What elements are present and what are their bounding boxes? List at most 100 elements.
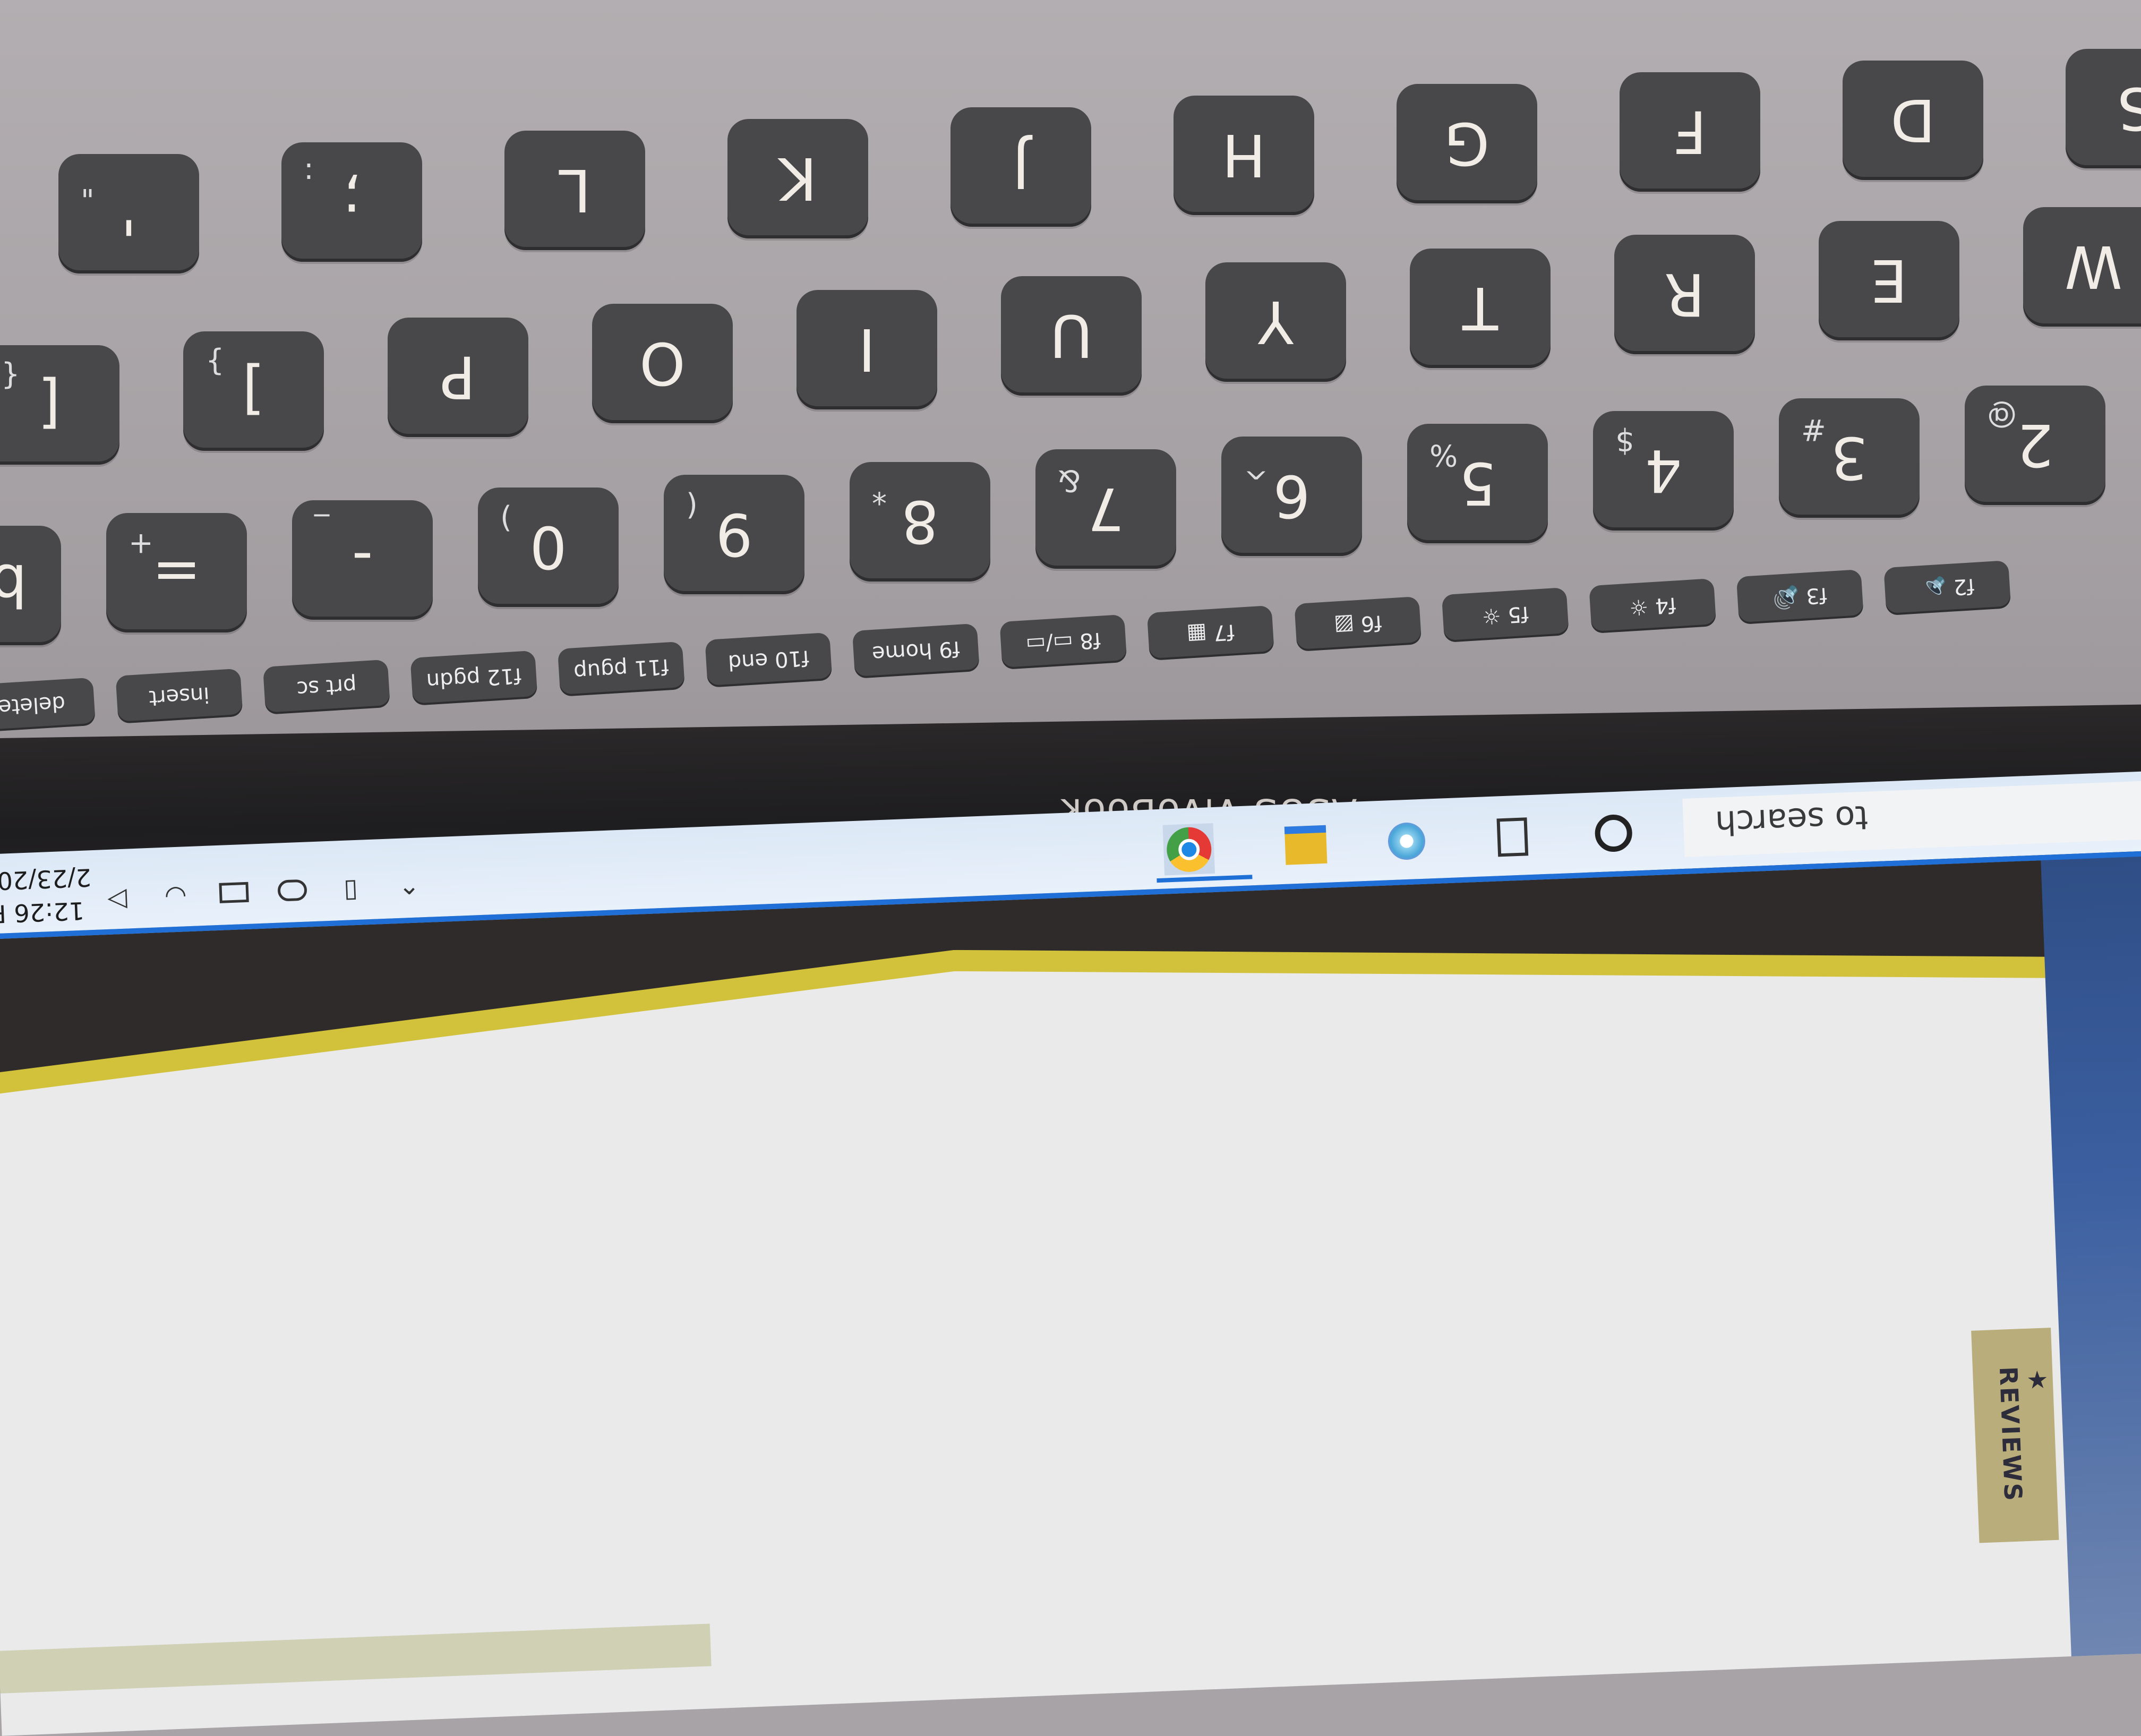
key-r-label: R [1664, 260, 1705, 329]
file-explorer-icon[interactable] [1279, 819, 1332, 871]
chevron-up-icon[interactable]: ⌄ [394, 870, 424, 901]
key-equals[interactable]: = + [106, 513, 247, 632]
key-i[interactable]: I [797, 290, 937, 409]
device-icon[interactable]: ▯ [336, 873, 365, 903]
key-minus[interactable]: - _ [292, 500, 433, 620]
key-t[interactable]: T [1410, 249, 1551, 368]
key-right-bracket-label: ] [242, 357, 265, 425]
system-tray: ◁ ◠ ▯ ⌄ [102, 867, 424, 916]
key-6[interactable]: 6 ^ [1221, 437, 1362, 556]
key-0-label: 0 [529, 513, 567, 581]
key-f8[interactable]: f8 ▭/▭ [999, 614, 1127, 670]
key-delete-label: delete [0, 690, 66, 720]
key-prt-sc[interactable]: prt sc [262, 659, 391, 715]
key-delete[interactable]: delete [0, 677, 96, 733]
key-e[interactable]: E [1819, 221, 1959, 340]
search-input[interactable]: to search [1682, 779, 2141, 857]
key-left-bracket[interactable]: [{ [0, 345, 119, 465]
key-0[interactable]: 0) [478, 488, 619, 607]
key-k[interactable]: K [727, 119, 868, 238]
key-3-shift-label: # [1801, 412, 1826, 447]
key-7-label: 7 [1087, 475, 1125, 543]
key-h[interactable]: H [1174, 96, 1314, 215]
reviews-tab-label: ★ REVIEWS [1993, 1365, 2052, 1503]
key-right-bracket[interactable]: ]} [183, 331, 324, 451]
key-l[interactable]: L [504, 131, 645, 250]
clock-date: 2/23/2021 [0, 863, 92, 897]
key-insert[interactable]: insert [115, 668, 243, 724]
key-9-shift-label: ( [686, 489, 698, 523]
key-f4[interactable]: f4 ☼ [1589, 578, 1717, 634]
key-f11[interactable]: f11 pgup [557, 641, 685, 697]
battery-icon[interactable] [219, 882, 249, 904]
key-semicolon[interactable]: ;: [281, 142, 422, 262]
key-9[interactable]: 9( [664, 475, 804, 594]
key-f10[interactable]: f10 end [705, 632, 833, 688]
key-8[interactable]: 8 * [850, 462, 990, 581]
wifi-icon[interactable]: ◠ [160, 879, 190, 910]
keyboard-deck: '";: L K J H G F DS [{]} P O I UY T R E W ba =+ -_ 0) 9( 8* 7… [0, 0, 2141, 797]
key-p-label: P [440, 343, 476, 412]
key-f[interactable]: F [1620, 72, 1760, 192]
key-backspace-label: ba [0, 526, 61, 645]
key-f2[interactable]: f2 🔈 [1883, 560, 2011, 616]
key-f7[interactable]: f7 ▦ [1146, 605, 1274, 661]
key-t-label: T [1462, 274, 1498, 343]
key-f10-label: f10 end [727, 645, 810, 675]
key-o[interactable]: O [592, 304, 733, 423]
key-u[interactable]: U [1001, 276, 1142, 396]
key-4[interactable]: 4 $ [1593, 411, 1734, 531]
key-j[interactable]: J [950, 107, 1091, 227]
key-2-label: 2 [2016, 411, 2054, 480]
key-2-shift-label: @ [1987, 399, 2017, 434]
key-backspace[interactable]: ba [0, 526, 61, 645]
reviews-tab[interactable]: ★ REVIEWS [1971, 1328, 2059, 1543]
key-l-label: L [558, 156, 592, 225]
key-d[interactable]: D [1843, 61, 1983, 180]
key-3[interactable]: 3 # [1779, 398, 1920, 518]
search-circle-icon[interactable] [1587, 807, 1640, 859]
clock-time: 12:26 PM [0, 896, 85, 929]
active-app-indicator [1157, 875, 1253, 883]
key-quote[interactable]: ' " [58, 154, 199, 273]
key-f5[interactable]: f5 ☼ [1441, 587, 1569, 643]
key-equals-label: = [152, 538, 201, 607]
key-s[interactable]: S [2066, 49, 2141, 168]
key-right-bracket-shift-label: } [205, 345, 225, 380]
key-w[interactable]: W [2023, 207, 2141, 327]
key-f5-label: f5 ☼ [1481, 601, 1530, 629]
key-f3[interactable]: f3 🔊 [1736, 569, 1864, 625]
key-y[interactable]: Y [1205, 262, 1346, 382]
key-insert-label: insert [148, 682, 210, 711]
onedrive-cloud-icon[interactable] [277, 879, 307, 902]
search-placeholder: to search [1714, 798, 1869, 843]
snip-tool-icon[interactable] [1380, 815, 1433, 867]
key-f12[interactable]: f12 pgdn [410, 650, 538, 706]
key-f-label: F [1673, 98, 1707, 166]
key-7-shift-label: & [1058, 463, 1081, 498]
key-j-label: J [1012, 133, 1030, 201]
key-i-label: I [858, 315, 876, 384]
bottom-banner [0, 1623, 712, 1694]
key-f6-label: f6 ▨ [1333, 610, 1383, 638]
key-o-label: O [639, 329, 686, 398]
key-w-label: W [2065, 233, 2122, 301]
key-f2-label: f2 🔈 [1919, 574, 1975, 602]
key-f8-label: f8 ▭/▭ [1025, 627, 1102, 657]
key-g[interactable]: G [1397, 84, 1537, 203]
key-r[interactable]: R [1614, 235, 1755, 354]
key-2[interactable]: 2 @ [1965, 386, 2105, 505]
key-4-shift-label: $ [1615, 425, 1634, 459]
key-g-label: G [1444, 109, 1490, 178]
task-view-icon[interactable] [1486, 811, 1539, 863]
key-7[interactable]: 7 & [1035, 449, 1176, 569]
key-h-label: H [1222, 121, 1266, 190]
key-f9[interactable]: f9 home [852, 623, 980, 679]
chrome-icon[interactable] [1162, 823, 1215, 876]
key-minus-label: - [352, 526, 373, 594]
volume-icon[interactable]: ◁ [102, 882, 132, 912]
key-p[interactable]: P [388, 318, 528, 437]
key-f6[interactable]: f6 ▨ [1294, 596, 1422, 652]
key-5[interactable]: 5% [1407, 424, 1548, 543]
taskbar-clock[interactable]: 12:26 PM 2/23/2021 [0, 861, 93, 931]
